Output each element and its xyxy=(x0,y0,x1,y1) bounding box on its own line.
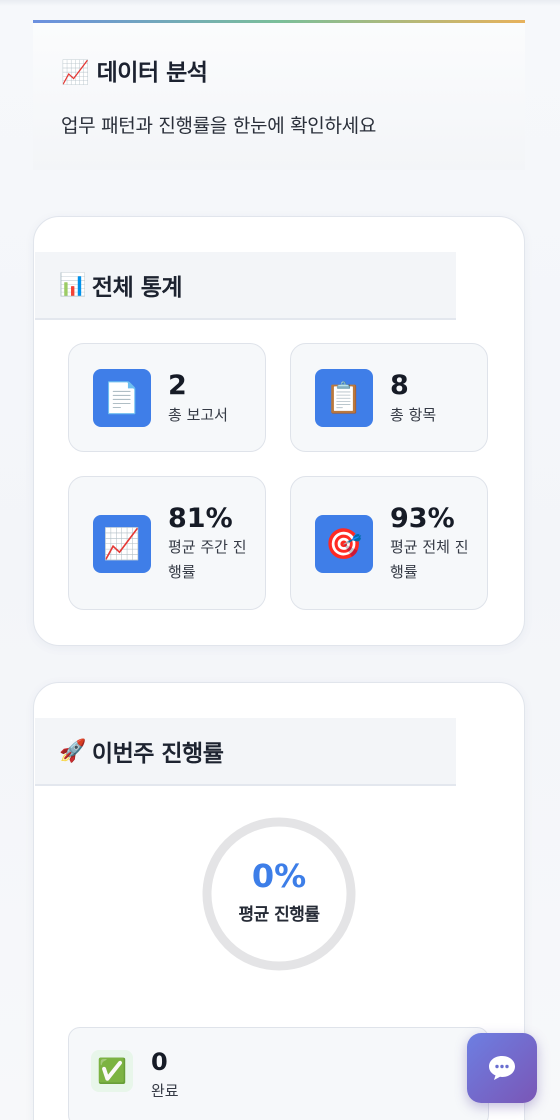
bar-chart-icon: 📊 xyxy=(59,272,86,298)
stat-card-total-reports: 📄 2 총 보고서 xyxy=(68,343,266,452)
completed-value: 0 xyxy=(151,1048,168,1076)
stat-value: 81% xyxy=(168,503,233,534)
weekly-progress-title: 이번주 진행률 xyxy=(91,741,224,767)
completed-stat-card: ✅ 0 완료 xyxy=(68,1027,489,1120)
stat-value: 8 xyxy=(390,370,409,401)
stat-value: 93% xyxy=(390,503,455,534)
stat-label: 총 항목 xyxy=(390,406,437,424)
chart-increasing-icon: 📈 xyxy=(93,515,151,573)
progress-label: 평균 진행률 xyxy=(238,905,320,925)
document-icon: 📄 xyxy=(93,369,151,427)
stat-label: 평균 전체 진행률 xyxy=(390,538,469,581)
overall-stats-header: 📊 전체 통계 xyxy=(35,252,456,320)
page-header: 📈 데이터 분석 업무 패턴과 진행률을 한눈에 확인하세요 xyxy=(33,20,525,170)
page-subtitle: 업무 패턴과 진행률을 한눈에 확인하세요 xyxy=(61,115,377,137)
stat-label: 평균 주간 진행률 xyxy=(168,538,247,581)
top-bar xyxy=(0,0,560,6)
clipboard-icon: 📋 xyxy=(315,369,373,427)
target-icon: 🎯 xyxy=(315,515,373,573)
chat-button[interactable] xyxy=(467,1033,537,1103)
page-title: 📈 데이터 분석 xyxy=(61,60,208,86)
weekly-progress-header: 🚀 이번주 진행률 xyxy=(35,718,456,786)
check-mark-icon: ✅ xyxy=(91,1050,133,1092)
chat-bubble-icon xyxy=(489,1056,515,1080)
overall-stats-title: 전체 통계 xyxy=(91,275,183,301)
stat-card-total-progress: 🎯 93% 평균 전체 진행률 xyxy=(290,476,488,610)
stat-card-weekly-progress: 📈 81% 평균 주간 진행률 xyxy=(68,476,266,610)
progress-value: 0% xyxy=(251,857,307,895)
rocket-icon: 🚀 xyxy=(59,738,86,764)
stat-label: 총 보고서 xyxy=(168,406,228,424)
progress-ring: 0% 평균 진행률 xyxy=(200,815,358,973)
stat-value: 2 xyxy=(168,370,187,401)
completed-label: 완료 xyxy=(151,1082,179,1100)
stat-card-total-items: 📋 8 총 항목 xyxy=(290,343,488,452)
